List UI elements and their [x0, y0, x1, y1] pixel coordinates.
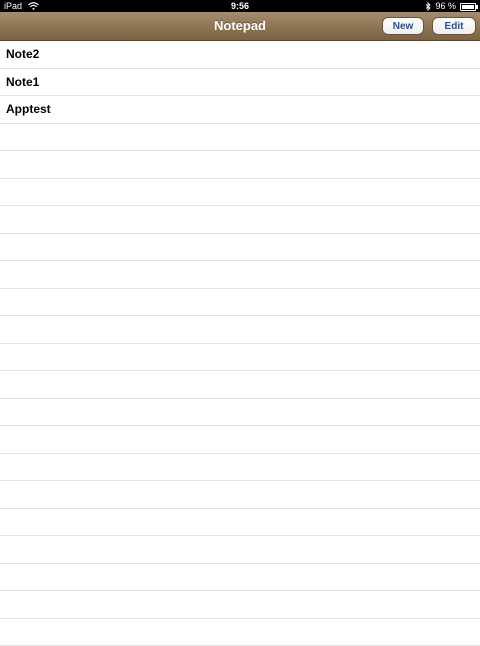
list-item[interactable]: Apptest	[0, 96, 480, 124]
battery-icon	[460, 3, 476, 11]
empty-row	[0, 481, 480, 509]
bluetooth-icon	[425, 2, 431, 11]
edit-button[interactable]: Edit	[432, 17, 476, 35]
empty-row	[0, 261, 480, 289]
empty-row	[0, 399, 480, 427]
empty-row	[0, 591, 480, 619]
empty-row	[0, 151, 480, 179]
note-title: Note2	[6, 47, 39, 61]
empty-row	[0, 234, 480, 262]
empty-row	[0, 289, 480, 317]
note-title: Note1	[6, 75, 39, 89]
navigation-bar: Notepad New Edit	[0, 12, 480, 41]
battery-fill	[462, 5, 474, 9]
battery-percent: 96 %	[435, 0, 456, 12]
empty-row	[0, 371, 480, 399]
note-title: Apptest	[6, 102, 51, 116]
empty-row	[0, 509, 480, 537]
empty-row	[0, 454, 480, 482]
empty-row	[0, 124, 480, 152]
empty-row	[0, 426, 480, 454]
notes-list: Note2 Note1 Apptest	[0, 41, 480, 646]
status-time: 9:56	[0, 0, 480, 12]
empty-row	[0, 316, 480, 344]
list-item[interactable]: Note1	[0, 69, 480, 97]
empty-row	[0, 344, 480, 372]
new-note-button[interactable]: New	[382, 17, 424, 35]
empty-row	[0, 179, 480, 207]
empty-row	[0, 536, 480, 564]
status-bar: iPad 9:56 96 %	[0, 0, 480, 12]
empty-row	[0, 619, 480, 646]
empty-row	[0, 206, 480, 234]
list-item[interactable]: Note2	[0, 41, 480, 69]
empty-row	[0, 564, 480, 592]
